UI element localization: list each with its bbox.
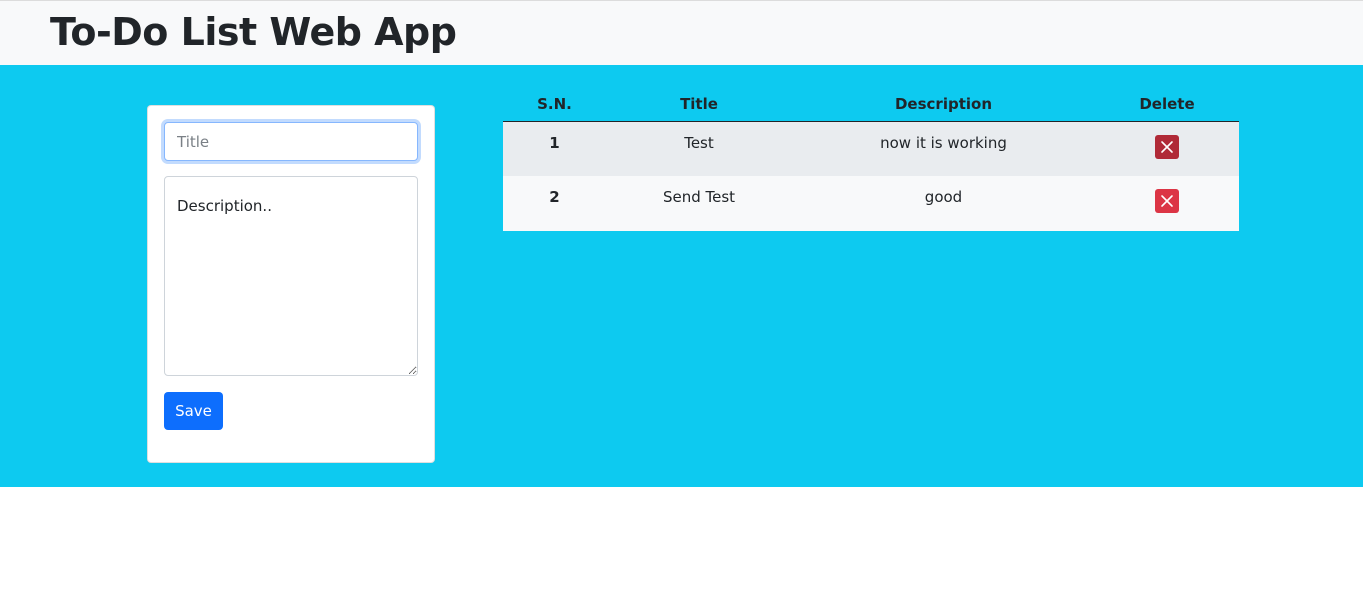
row-delete-cell	[1095, 176, 1239, 231]
row-description: good	[792, 176, 1095, 231]
todo-form-card: Save	[147, 105, 435, 463]
save-button[interactable]: Save	[164, 392, 223, 430]
main-section: Save S.N. Title Description Delete 1 Tes…	[0, 65, 1363, 487]
close-icon	[1161, 140, 1173, 153]
table-row: 1 Test now it is working	[503, 121, 1239, 176]
todo-table: S.N. Title Description Delete 1 Test now…	[503, 88, 1239, 231]
delete-button[interactable]	[1155, 134, 1179, 159]
row-title: Send Test	[606, 176, 792, 231]
description-textarea[interactable]	[164, 176, 418, 376]
header-title: Title	[606, 88, 792, 122]
header-sn: S.N.	[503, 88, 606, 122]
row-description: now it is working	[792, 121, 1095, 176]
navbar: To-Do List Web App	[0, 0, 1363, 65]
header-description: Description	[792, 88, 1095, 122]
row-title: Test	[606, 121, 792, 176]
title-input[interactable]	[164, 122, 418, 161]
header-delete: Delete	[1095, 88, 1239, 122]
row-delete-cell	[1095, 121, 1239, 176]
row-sn: 2	[503, 176, 606, 231]
delete-button[interactable]	[1155, 189, 1179, 213]
app-title: To-Do List Web App	[50, 10, 457, 54]
table-header-row: S.N. Title Description Delete	[503, 88, 1239, 122]
row-sn: 1	[503, 121, 606, 176]
table-row: 2 Send Test good	[503, 176, 1239, 231]
close-icon	[1161, 195, 1173, 207]
